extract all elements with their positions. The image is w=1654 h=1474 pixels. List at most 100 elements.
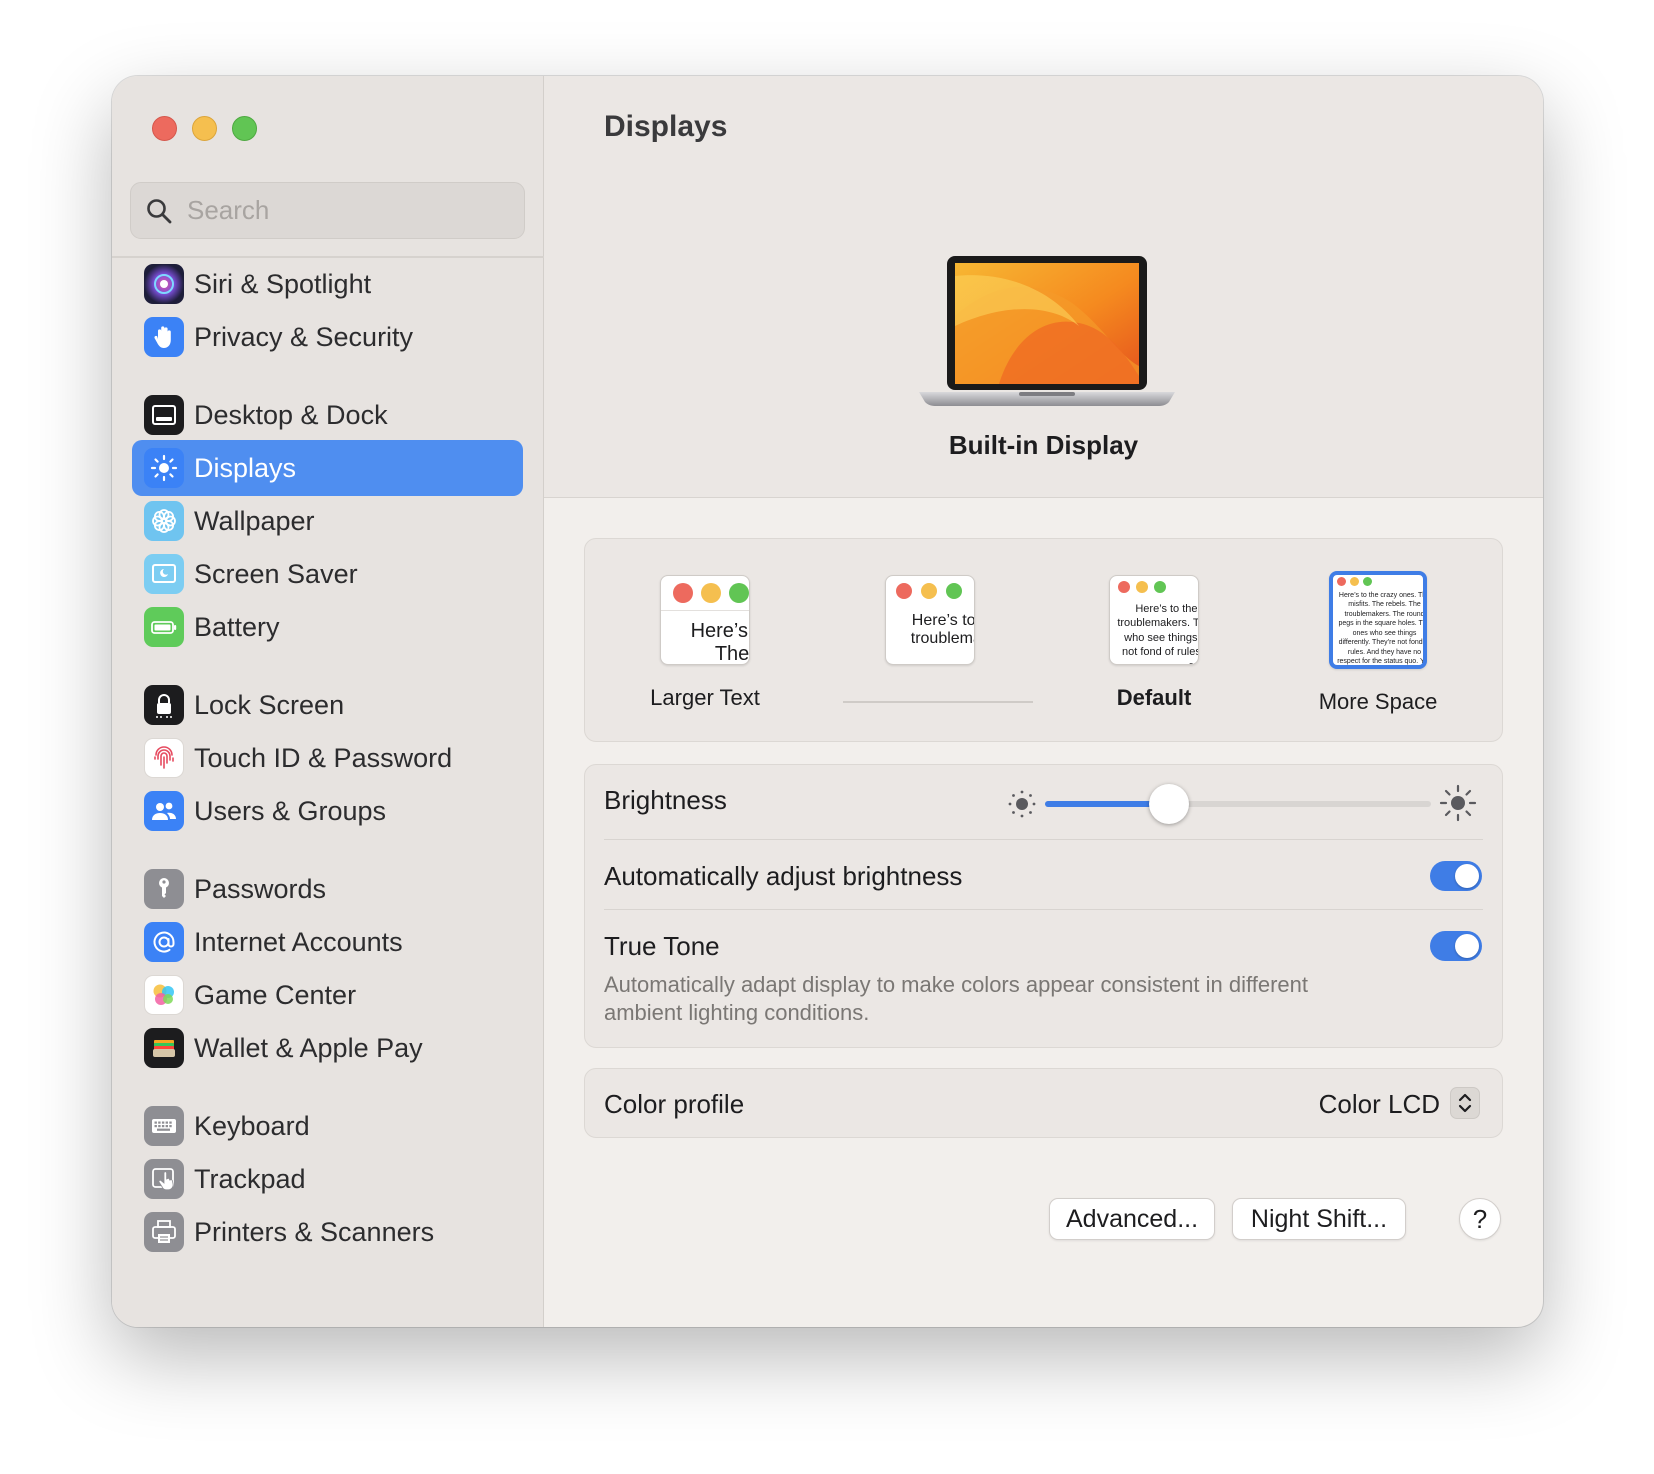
sidebar-item-internet-accounts[interactable]: Internet Accounts (132, 914, 523, 970)
sidebar-item-label: Keyboard (194, 1110, 310, 1141)
sidebar-item-label: Screen Saver (194, 558, 358, 589)
sun-icon (144, 448, 184, 488)
resolution-option-2[interactable]: Here’s to the crazy ones. The troublemak… (830, 575, 1030, 685)
display-name: Built-in Display (948, 430, 1139, 460)
brightness-label: Brightness (604, 785, 727, 815)
true-tone-label: True Tone (604, 931, 720, 961)
sidebar-item-label: Trackpad (194, 1163, 306, 1194)
resolution-scale-line (843, 701, 1033, 703)
siri-icon (144, 264, 184, 304)
search-icon (147, 198, 172, 223)
resolution-label: Default (1116, 685, 1192, 710)
resolution-option-default[interactable]: Here’s to the crazy ones. The troublemak… (1054, 575, 1254, 711)
resolution-preview: Here’s to the crazy ones. The troublemak… (660, 575, 750, 665)
sidebar-item-privacy-security[interactable]: Privacy & Security (132, 309, 523, 365)
row-separator (604, 909, 1483, 910)
lock-icon (144, 685, 184, 725)
wallet-icon (144, 1028, 184, 1068)
color-profile-value[interactable]: Color LCD (1319, 1089, 1440, 1120)
resolution-option-larger-text[interactable]: Here’s to the crazy ones. The troublemak… (605, 575, 805, 711)
resolution-option-more-space[interactable]: Here’s to the crazy ones. The misfits. T… (1278, 571, 1478, 715)
window-dots (1118, 581, 1166, 593)
sidebar-item-printers[interactable]: Printers & Scanners (132, 1204, 523, 1260)
resolution-preview: Here’s to the crazy ones. The troublemak… (1109, 575, 1199, 665)
window-dots (896, 583, 962, 599)
sidebar-item-desktop-dock[interactable]: Desktop & Dock (132, 387, 523, 443)
sidebar-item-wallpaper[interactable]: Wallpaper (132, 493, 523, 549)
sidebar-item-label: Touch ID & Password (194, 742, 453, 773)
sidebar-item-label: Users & Groups (194, 795, 387, 826)
resolution-preview-selected: Here’s to the crazy ones. The misfits. T… (1329, 571, 1427, 669)
sidebar-item-label: Displays (194, 452, 297, 483)
search-input[interactable] (187, 195, 507, 226)
game-center-icon (144, 975, 184, 1015)
sidebar-item-label: Internet Accounts (194, 926, 403, 957)
sidebar-item-label: Passwords (194, 873, 327, 904)
sidebar: Siri & Spotlight Privacy & Security Desk… (112, 76, 544, 1327)
sidebar-item-label: Lock Screen (194, 689, 345, 720)
at-icon (144, 922, 184, 962)
hand-icon (144, 317, 184, 357)
sidebar-item-label: Wallet & Apple Pay (194, 1032, 423, 1063)
brightness-slider-knob[interactable] (1148, 784, 1189, 824)
system-settings-window: Siri & Spotlight Privacy & Security Desk… (112, 76, 1543, 1327)
sidebar-item-game-center[interactable]: Game Center (132, 967, 523, 1023)
sidebar-item-touch-id[interactable]: Touch ID & Password (132, 730, 523, 786)
sidebar-item-label: Siri & Spotlight (194, 268, 372, 299)
page-title: Displays (604, 110, 728, 143)
search-field[interactable] (130, 182, 525, 239)
brightness-card: Brightness Automatically adjust brightne… (584, 764, 1503, 1048)
sidebar-item-wallet[interactable]: Wallet & Apple Pay (132, 1020, 523, 1076)
sidebar-item-label: Desktop & Dock (194, 399, 388, 430)
chevron-up-down-icon (1458, 1093, 1472, 1113)
sidebar-item-label: Printers & Scanners (194, 1216, 435, 1247)
brightness-low-icon (1008, 790, 1036, 818)
sidebar-item-keyboard[interactable]: Keyboard (132, 1098, 523, 1154)
row-separator (604, 839, 1483, 840)
sidebar-item-label: Game Center (194, 979, 357, 1010)
battery-icon (144, 607, 184, 647)
sidebar-item-screen-saver[interactable]: Screen Saver (132, 546, 523, 602)
sidebar-item-users-groups[interactable]: Users & Groups (132, 783, 523, 839)
minimize-button[interactable] (192, 116, 217, 141)
night-shift-button[interactable]: Night Shift... (1232, 1198, 1406, 1240)
true-tone-toggle[interactable] (1430, 931, 1482, 961)
close-button[interactable] (152, 116, 177, 141)
true-tone-description: Automatically adapt display to make colo… (604, 972, 1308, 1025)
zoom-button[interactable] (232, 116, 257, 141)
resolution-card: Here’s to the crazy ones. The troublemak… (584, 538, 1503, 742)
sidebar-item-passwords[interactable]: Passwords (132, 861, 523, 917)
trackpad-icon (144, 1159, 184, 1199)
advanced-button[interactable]: Advanced... (1049, 1198, 1215, 1240)
main-content: Displays Built-in Display Here’s to the … (544, 76, 1543, 1327)
sidebar-item-battery[interactable]: Battery (132, 599, 523, 655)
sidebar-item-siri-spotlight[interactable]: Siri & Spotlight (132, 258, 523, 312)
dock-icon (144, 395, 184, 435)
preview-text: Here’s to the crazy ones. The troublemak… (1117, 603, 1199, 664)
window-dots (1337, 577, 1372, 586)
sidebar-item-lock-screen[interactable]: Lock Screen (132, 677, 523, 733)
flower-icon (144, 501, 184, 541)
resolution-label: More Space (1318, 689, 1438, 714)
preview-text: Here’s to the crazy ones. The misfits. T… (1337, 592, 1427, 666)
sidebar-item-label: Battery (194, 611, 280, 642)
resolution-label: Larger Text (650, 685, 760, 710)
color-profile-popup-button[interactable] (1450, 1087, 1480, 1119)
sidebar-item-displays[interactable]: Displays (132, 440, 523, 496)
preview-text: Here’s to the crazy ones. The troublemak… (910, 612, 975, 648)
window-dots (673, 583, 749, 603)
users-icon (144, 791, 184, 831)
color-profile-label: Color profile (604, 1089, 745, 1119)
auto-brightness-label: Automatically adjust brightness (604, 861, 963, 891)
preview-text: Here’s to the crazy ones. The troublemak… (690, 620, 750, 665)
keyboard-icon (144, 1106, 184, 1146)
help-button[interactable]: ? (1459, 1198, 1501, 1240)
auto-brightness-toggle[interactable] (1430, 861, 1482, 891)
brightness-slider[interactable] (1045, 784, 1431, 824)
sidebar-nav: Siri & Spotlight Privacy & Security Desk… (132, 258, 524, 1318)
screensaver-icon (144, 554, 184, 594)
color-profile-card: Color profile Color LCD (584, 1068, 1503, 1138)
window-controls (152, 116, 257, 141)
brightness-high-icon (1439, 784, 1477, 822)
sidebar-item-trackpad[interactable]: Trackpad (132, 1151, 523, 1207)
